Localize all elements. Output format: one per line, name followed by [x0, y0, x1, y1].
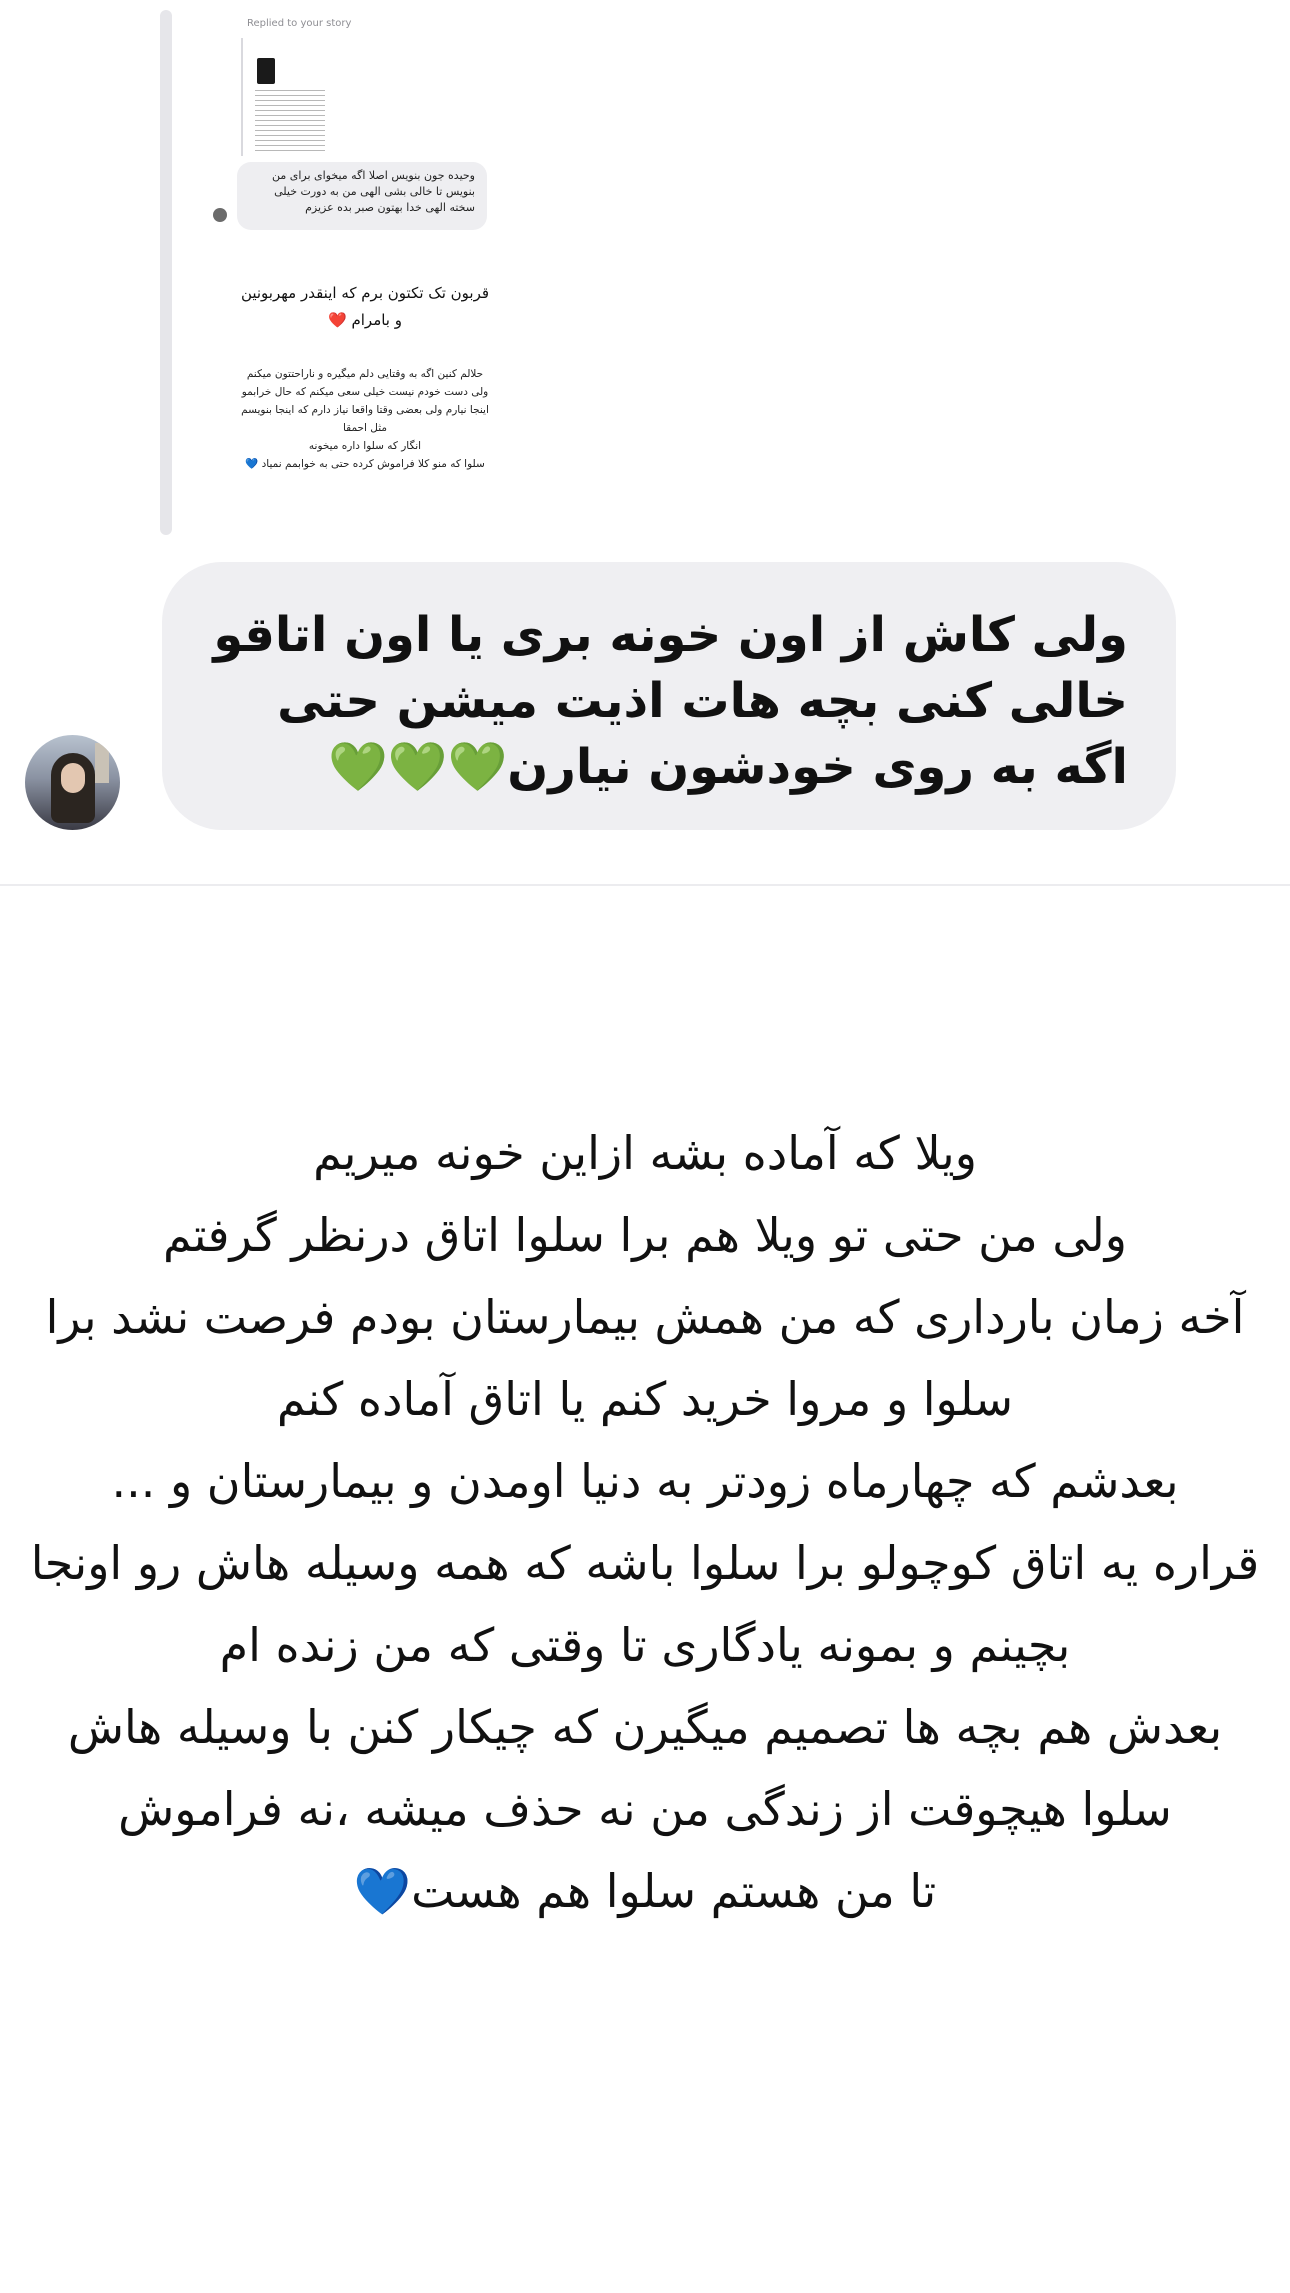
- replied-to-story-label: Replied to your story: [247, 18, 352, 29]
- story-line: آخه زمان بارداری که من همش بیمارستان بود…: [45, 1290, 1245, 1344]
- story-reply-avatar: [213, 208, 227, 222]
- replied-story-thumbnail[interactable]: Replied to your story وحیده جون بنویس اص…: [205, 10, 525, 480]
- avatar-face: [61, 763, 85, 793]
- message-bubble[interactable]: ولی کاش از اون خونه بری یا اون اتاقو خال…: [162, 562, 1176, 830]
- story-line: ویلا که آماده بشه ازاین خونه میریم: [313, 1126, 977, 1180]
- mini-story-image: [257, 58, 275, 84]
- story-line: بعدشم که چهارماه زودتر به دنیا اومدن و ب…: [111, 1454, 1179, 1508]
- reply-quote-bar: [160, 10, 172, 535]
- story-line: بچینم و بمونه یادگاری تا وقتی که من زنده…: [219, 1618, 1071, 1672]
- story-line: بعدش هم بچه ها تصمیم میگیرن که چیکار کنن…: [67, 1700, 1223, 1754]
- story-text-block: ویلا که آماده بشه ازاین خونه میریم ولی م…: [20, 1112, 1270, 1932]
- sender-avatar[interactable]: [25, 735, 120, 830]
- thread-line: [241, 38, 243, 156]
- mini-story-text: [255, 90, 325, 152]
- section-divider: [0, 884, 1290, 886]
- avatar-background-tower: [95, 743, 109, 783]
- story-line: تا من هستم سلوا هم هست💙: [353, 1864, 937, 1918]
- story-line: سلوا هیچوقت از زندگی من نه حذف میشه ،نه …: [118, 1782, 1172, 1836]
- story-body: حلالم کنین اگه به وقتایی دلم میگیره و نا…: [241, 368, 489, 470]
- story-heading: قربون تک تکتون برم که اینقدر مهربونین و …: [240, 284, 490, 329]
- story-line: قراره یه اتاق کوچولو برا سلوا باشه که هم…: [30, 1536, 1260, 1590]
- story-reply-bubble: وحیده جون بنویس اصلا اگه میخوای برای من …: [237, 162, 487, 230]
- story-line: ولی من حتی تو ویلا هم برا سلوا اتاق درنظ…: [163, 1208, 1127, 1262]
- story-line: سلوا و مروا خرید کنم یا اتاق آماده کنم: [276, 1372, 1014, 1426]
